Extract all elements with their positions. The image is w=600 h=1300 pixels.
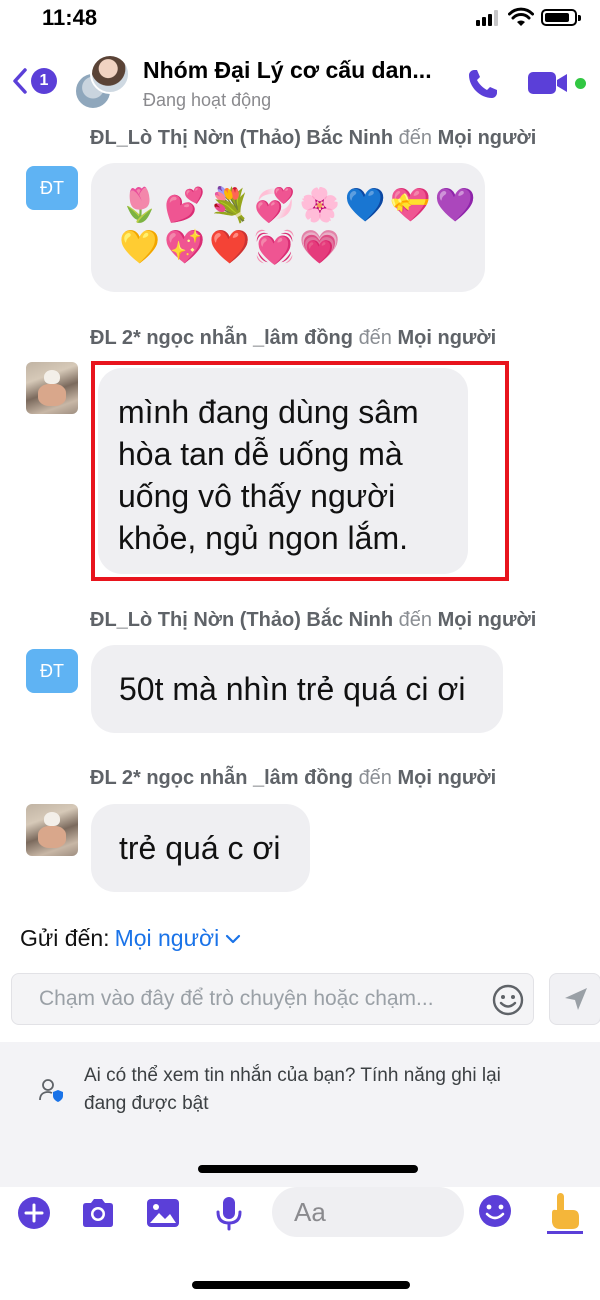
send-button[interactable] [549,973,600,1025]
sender-name: ĐL 2* ngọc nhẫn _lâm đồng [90,327,353,349]
send-to-label: Gửi đến: [20,925,110,951]
privacy-line: đang được bật [84,1093,209,1114]
status-bar: 11:48 [0,0,600,40]
battery-icon [541,9,581,26]
camera-icon[interactable] [80,1195,116,1231]
message-bubble[interactable]: 🌷💕💐💞🌸💙💝💜 💛💖❤️💓💗 [91,163,485,292]
message-input[interactable]: Chạm vào đây để trò chuyện hoặc chạm... [11,973,534,1025]
group-avatar[interactable] [72,54,134,110]
sender-line: ĐL 2* ngọc nhẫn _lâm đồng đến Mọi người [90,327,496,350]
message-bubble[interactable]: trẻ quá c ơi [91,804,310,892]
send-to-target[interactable]: Mọi người [115,925,220,952]
sender-connector: đến [398,609,433,631]
online-indicator [575,78,586,89]
bottom-toolbar: Aa [0,1187,600,1247]
wifi-icon [508,7,534,26]
active-status: Đang hoạt động [143,90,272,110]
sender-line: ĐL_Lò Thị Nờn (Thảo) Bắc Ninh đến Mọi ng… [90,127,536,150]
sender-recipient: Mọi người [437,127,537,149]
sender-name: ĐL_Lò Thị Nờn (Thảo) Bắc Ninh [90,609,394,631]
unread-count-badge: 1 [31,68,57,94]
privacy-text: Ai có thể xem tin nhắn của bạn? Tính năn… [84,1062,584,1118]
image-icon[interactable] [145,1195,181,1231]
home-indicator [192,1281,410,1289]
chat-header: 1 Nhóm Đại Lý cơ cấu dan... Đang hoạt độ… [0,40,600,115]
sender-connector: đến [358,767,392,789]
sender-connector: đến [358,327,392,349]
pointing-hand-icon[interactable] [543,1191,587,1235]
sender-recipient: Mọi người [397,767,497,789]
avatar[interactable] [26,362,78,414]
message-bubble[interactable]: 50t mà nhìn trẻ quá ci ơi [91,645,503,733]
chevron-down-icon [226,934,241,943]
back-chevron-icon [13,68,27,94]
plus-icon[interactable] [16,1195,52,1231]
privacy-icon [39,1079,63,1102]
avatar[interactable]: ĐT [26,649,78,693]
send-icon [565,988,587,1010]
sender-recipient: Mọi người [437,609,537,631]
avatar[interactable]: ĐT [26,166,78,210]
group-avatar-member [90,54,130,94]
message-text: trẻ quá c ơi [119,830,281,866]
status-time: 11:48 [42,5,98,30]
smiley-icon[interactable] [477,1193,513,1229]
emoji-line: 💛💖❤️💓💗 [119,227,345,266]
microphone-icon[interactable] [211,1195,247,1231]
message-input-placeholder: Chạm vào đây để trò chuyện hoặc chạm... [39,987,434,1010]
sender-connector: đến [398,127,433,149]
message-text: 50t mà nhìn trẻ quá ci ơi [119,671,466,707]
quick-message-label: Aa [294,1197,326,1227]
privacy-line: Ai có thể xem tin nhắn của bạn? Tính năn… [84,1065,501,1086]
back-button[interactable]: 1 [12,66,64,96]
home-indicator [198,1165,418,1173]
highlight-box [91,361,509,581]
video-camera-icon[interactable] [527,70,569,96]
sender-line: ĐL_Lò Thị Nờn (Thảo) Bắc Ninh đến Mọi ng… [90,609,536,632]
sender-line: ĐL 2* ngọc nhẫn _lâm đồng đến Mọi người [90,767,496,790]
cellular-signal-icon [476,10,500,26]
emoji-line: 🌷💕💐💞🌸💙💝💜 [119,185,480,224]
send-to-selector[interactable]: Gửi đến: Mọi người [20,925,241,952]
sender-name: ĐL_Lò Thị Nờn (Thảo) Bắc Ninh [90,127,394,149]
group-name[interactable]: Nhóm Đại Lý cơ cấu dan... [143,57,432,84]
sender-recipient: Mọi người [397,327,497,349]
smiley-icon[interactable] [492,984,524,1016]
sender-name: ĐL 2* ngọc nhẫn _lâm đồng [90,767,353,789]
quick-message-input[interactable]: Aa [272,1187,464,1237]
phone-icon[interactable] [466,67,500,101]
avatar[interactable] [26,804,78,856]
